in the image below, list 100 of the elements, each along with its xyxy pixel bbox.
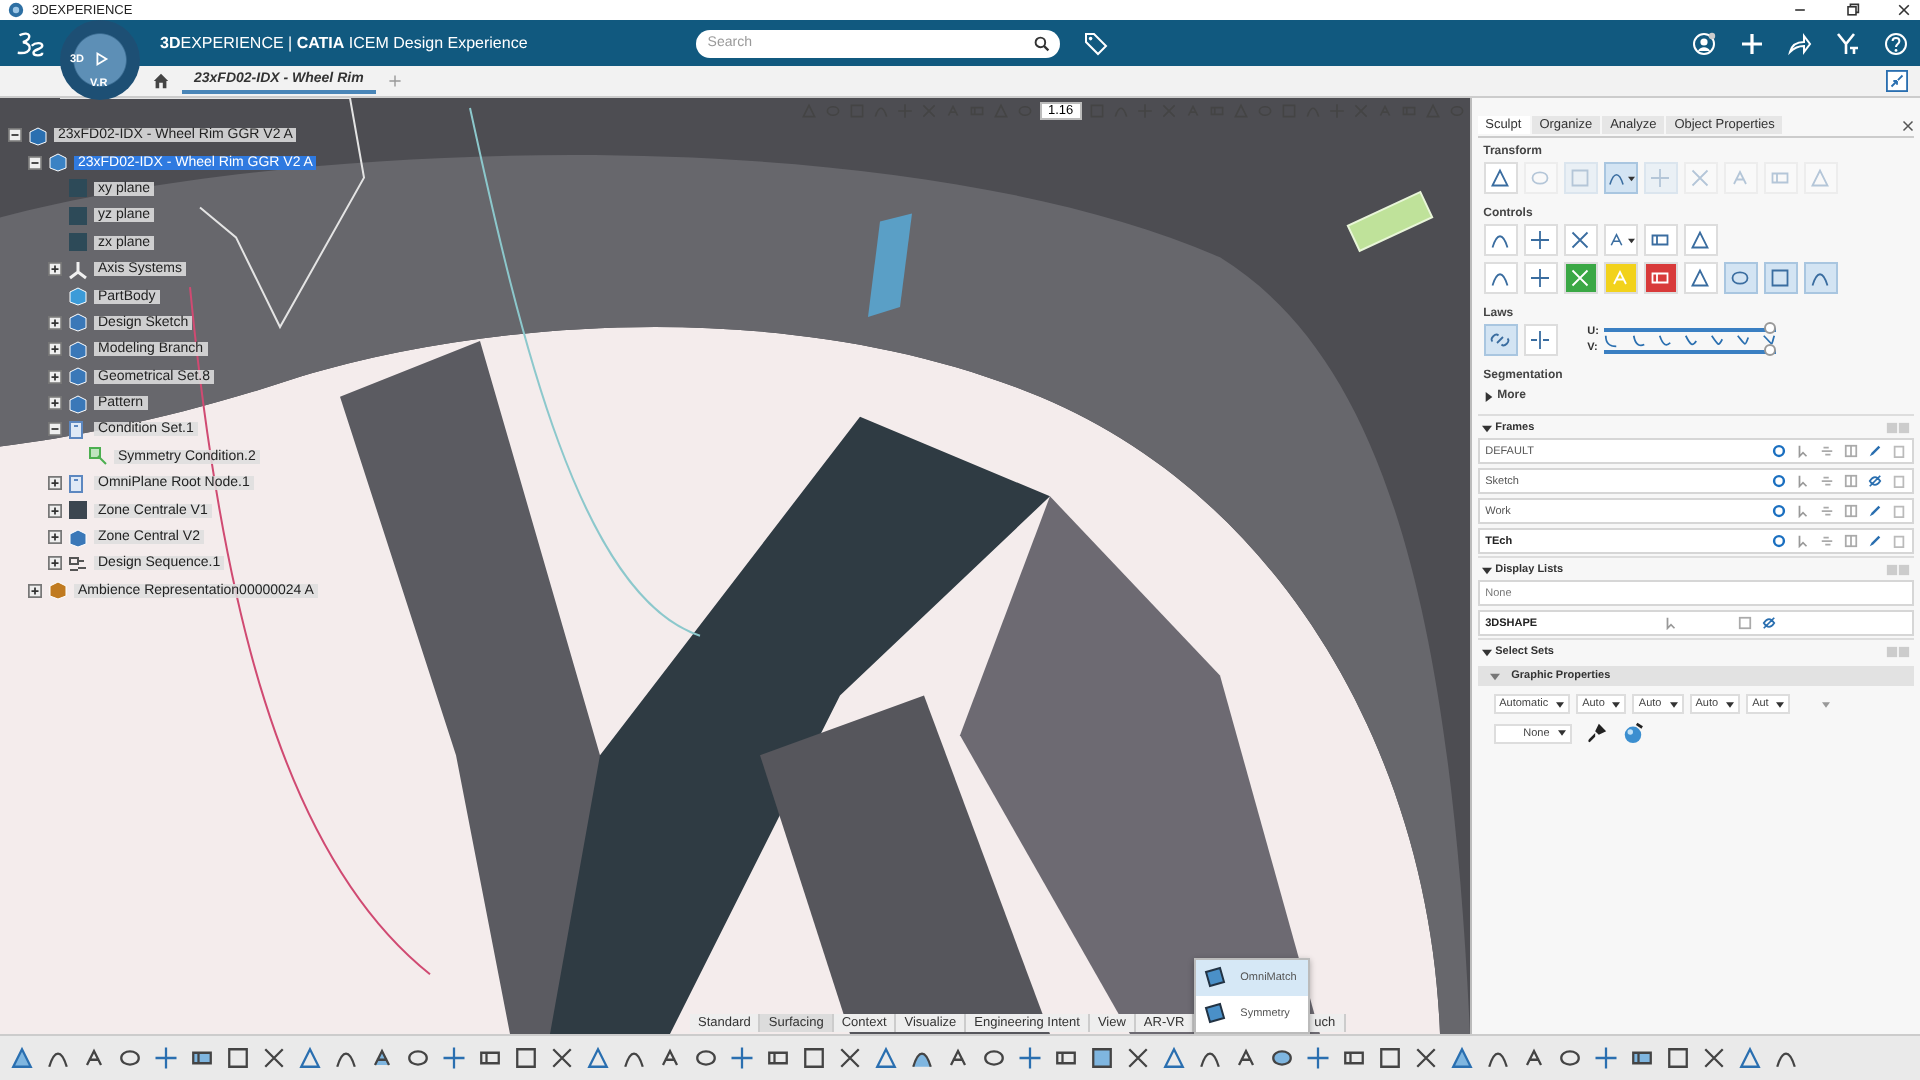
expand-toggle-icon[interactable] <box>48 503 62 518</box>
expand-toggle-icon[interactable] <box>48 262 62 277</box>
tool-icon[interactable] <box>584 1044 612 1072</box>
tool-button[interactable] <box>1483 262 1518 294</box>
tool-icon[interactable] <box>404 1044 432 1072</box>
expand-toggle-icon[interactable] <box>48 556 62 571</box>
user-icon[interactable] <box>1692 31 1716 55</box>
hidden-eye-icon[interactable] <box>1762 616 1776 630</box>
clipboard-icon[interactable] <box>1892 444 1906 458</box>
search-icon[interactable] <box>1033 35 1050 51</box>
tool-icon[interactable] <box>224 1044 252 1072</box>
tool-icon[interactable] <box>728 1044 756 1072</box>
tool-button[interactable] <box>1483 162 1518 194</box>
sphere-icon[interactable] <box>1621 722 1644 744</box>
cursor-icon[interactable] <box>1796 444 1810 458</box>
tool-button[interactable] <box>1603 162 1638 194</box>
slider-thumb[interactable] <box>1764 321 1777 333</box>
ring-icon[interactable] <box>1772 504 1786 518</box>
share-icon[interactable] <box>1788 31 1812 55</box>
tool-icon[interactable] <box>1268 1044 1296 1072</box>
clipboard-icon[interactable] <box>1892 504 1906 518</box>
tool-icon[interactable] <box>1448 1044 1476 1072</box>
tools-icon[interactable] <box>1836 31 1860 55</box>
tool-button[interactable] <box>1483 224 1518 256</box>
tool-button[interactable] <box>1603 224 1638 256</box>
tool-icon[interactable] <box>260 1044 288 1072</box>
wheel-rim-drawing[interactable] <box>0 98 1470 1034</box>
tool-icon[interactable] <box>1304 1044 1332 1072</box>
cursor-icon[interactable] <box>1796 474 1810 488</box>
restore-icon[interactable] <box>1844 2 1860 18</box>
ds-logo-icon[interactable] <box>12 29 48 57</box>
tool-icon[interactable] <box>836 1044 864 1072</box>
clipboard-icon[interactable] <box>1892 534 1906 548</box>
tool-icon[interactable] <box>1700 1044 1728 1072</box>
tool-icon[interactable] <box>1124 1044 1152 1072</box>
tool-icon[interactable] <box>1160 1044 1188 1072</box>
tool-icon[interactable] <box>1016 1044 1044 1072</box>
cursor-icon[interactable] <box>1664 616 1678 630</box>
tool-icon[interactable] <box>1664 1044 1692 1072</box>
help-icon[interactable] <box>1884 31 1908 55</box>
tool-icon[interactable] <box>440 1044 468 1072</box>
tool-button[interactable] <box>1643 224 1678 256</box>
expand-toggle-icon[interactable] <box>28 583 42 598</box>
tool-icon[interactable] <box>548 1044 576 1072</box>
tool-icon[interactable] <box>1088 1044 1116 1072</box>
tool-icon[interactable] <box>1376 1044 1404 1072</box>
home-icon[interactable] <box>152 72 170 90</box>
tool-button[interactable] <box>1723 262 1758 294</box>
tool-icon[interactable] <box>692 1044 720 1072</box>
expand-toggle-icon[interactable] <box>48 530 62 545</box>
caret-icon[interactable] <box>1628 237 1636 243</box>
ring-icon[interactable] <box>1772 474 1786 488</box>
tool-button[interactable] <box>1523 262 1558 294</box>
tool-button[interactable] <box>1683 262 1718 294</box>
tool-button[interactable] <box>1563 224 1598 256</box>
close-icon[interactable] <box>1896 2 1912 18</box>
tool-icon[interactable] <box>8 1044 36 1072</box>
tool-button[interactable] <box>1643 262 1678 294</box>
clipboard-icon[interactable] <box>1892 474 1906 488</box>
collapse-toggle-icon[interactable] <box>28 155 42 170</box>
tool-button[interactable] <box>1523 324 1558 356</box>
tool-icon[interactable] <box>800 1044 828 1072</box>
tool-button[interactable] <box>1803 262 1838 294</box>
pencil-icon[interactable] <box>1868 534 1882 548</box>
expand-icon[interactable] <box>1483 391 1494 401</box>
collapse-icon[interactable] <box>1481 423 1492 433</box>
expand-toggle-icon[interactable] <box>48 396 62 411</box>
tool-icon[interactable] <box>872 1044 900 1072</box>
play-icon[interactable] <box>92 50 110 68</box>
tool-icon[interactable] <box>116 1044 144 1072</box>
tool-button[interactable] <box>1563 262 1598 294</box>
collapse-toggle-icon[interactable] <box>48 422 62 437</box>
ring-icon[interactable] <box>1772 444 1786 458</box>
tool-icon[interactable] <box>1736 1044 1764 1072</box>
pencil-icon[interactable] <box>1868 504 1882 518</box>
collapse-icon[interactable] <box>1481 565 1492 575</box>
cursor-icon[interactable] <box>1796 534 1810 548</box>
tool-icon[interactable] <box>1592 1044 1620 1072</box>
expand-toggle-icon[interactable] <box>48 342 62 357</box>
tool-icon[interactable] <box>296 1044 324 1072</box>
caret-icon[interactable] <box>1628 175 1636 181</box>
hidden-eye-icon[interactable] <box>1868 474 1882 488</box>
brush-icon[interactable] <box>1585 722 1608 744</box>
tool-icon[interactable] <box>1412 1044 1440 1072</box>
collapse-icon[interactable] <box>1481 647 1492 657</box>
close-icon[interactable] <box>1902 119 1914 131</box>
tool-icon[interactable] <box>152 1044 180 1072</box>
tool-button[interactable] <box>1523 224 1558 256</box>
cursor-icon[interactable] <box>1796 504 1810 518</box>
tool-button[interactable] <box>1763 262 1798 294</box>
ring-icon[interactable] <box>1772 534 1786 548</box>
tool-button[interactable] <box>1683 224 1718 256</box>
tool-button[interactable] <box>1483 324 1518 356</box>
tag-icon[interactable] <box>1083 31 1108 55</box>
slider-thumb[interactable] <box>1764 343 1777 355</box>
collapse-toggle-icon[interactable] <box>8 128 22 143</box>
pencil-icon[interactable] <box>1868 444 1882 458</box>
tool-icon[interactable] <box>1556 1044 1584 1072</box>
expand-toggle-icon[interactable] <box>48 369 62 384</box>
expand-toggle-icon[interactable] <box>48 315 62 330</box>
